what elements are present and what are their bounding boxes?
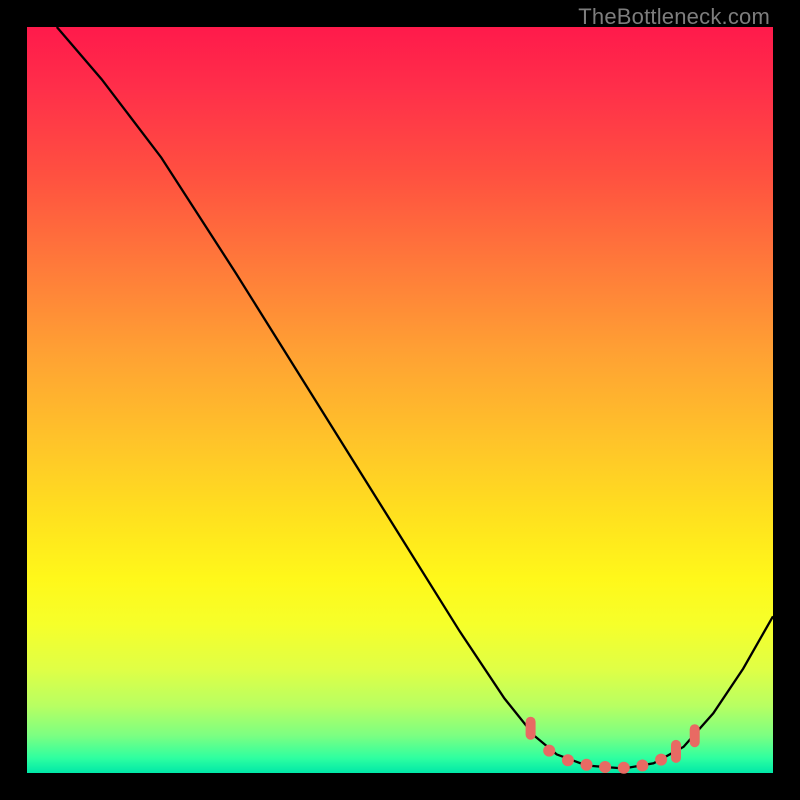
bottleneck-curve xyxy=(57,27,773,769)
curve-marker xyxy=(637,760,648,771)
curve-marker xyxy=(656,754,667,765)
curve-marker xyxy=(544,745,555,756)
curve-marker xyxy=(562,755,573,766)
curve-marker xyxy=(690,725,699,747)
plot-area xyxy=(27,27,773,773)
curve-marker xyxy=(618,762,629,773)
curve-layer xyxy=(27,27,773,773)
curve-marker xyxy=(672,740,681,762)
curve-marker xyxy=(581,759,592,770)
curve-marker xyxy=(600,762,611,773)
marker-group xyxy=(526,717,699,773)
curve-marker xyxy=(526,717,535,739)
chart-frame: TheBottleneck.com xyxy=(0,0,800,800)
